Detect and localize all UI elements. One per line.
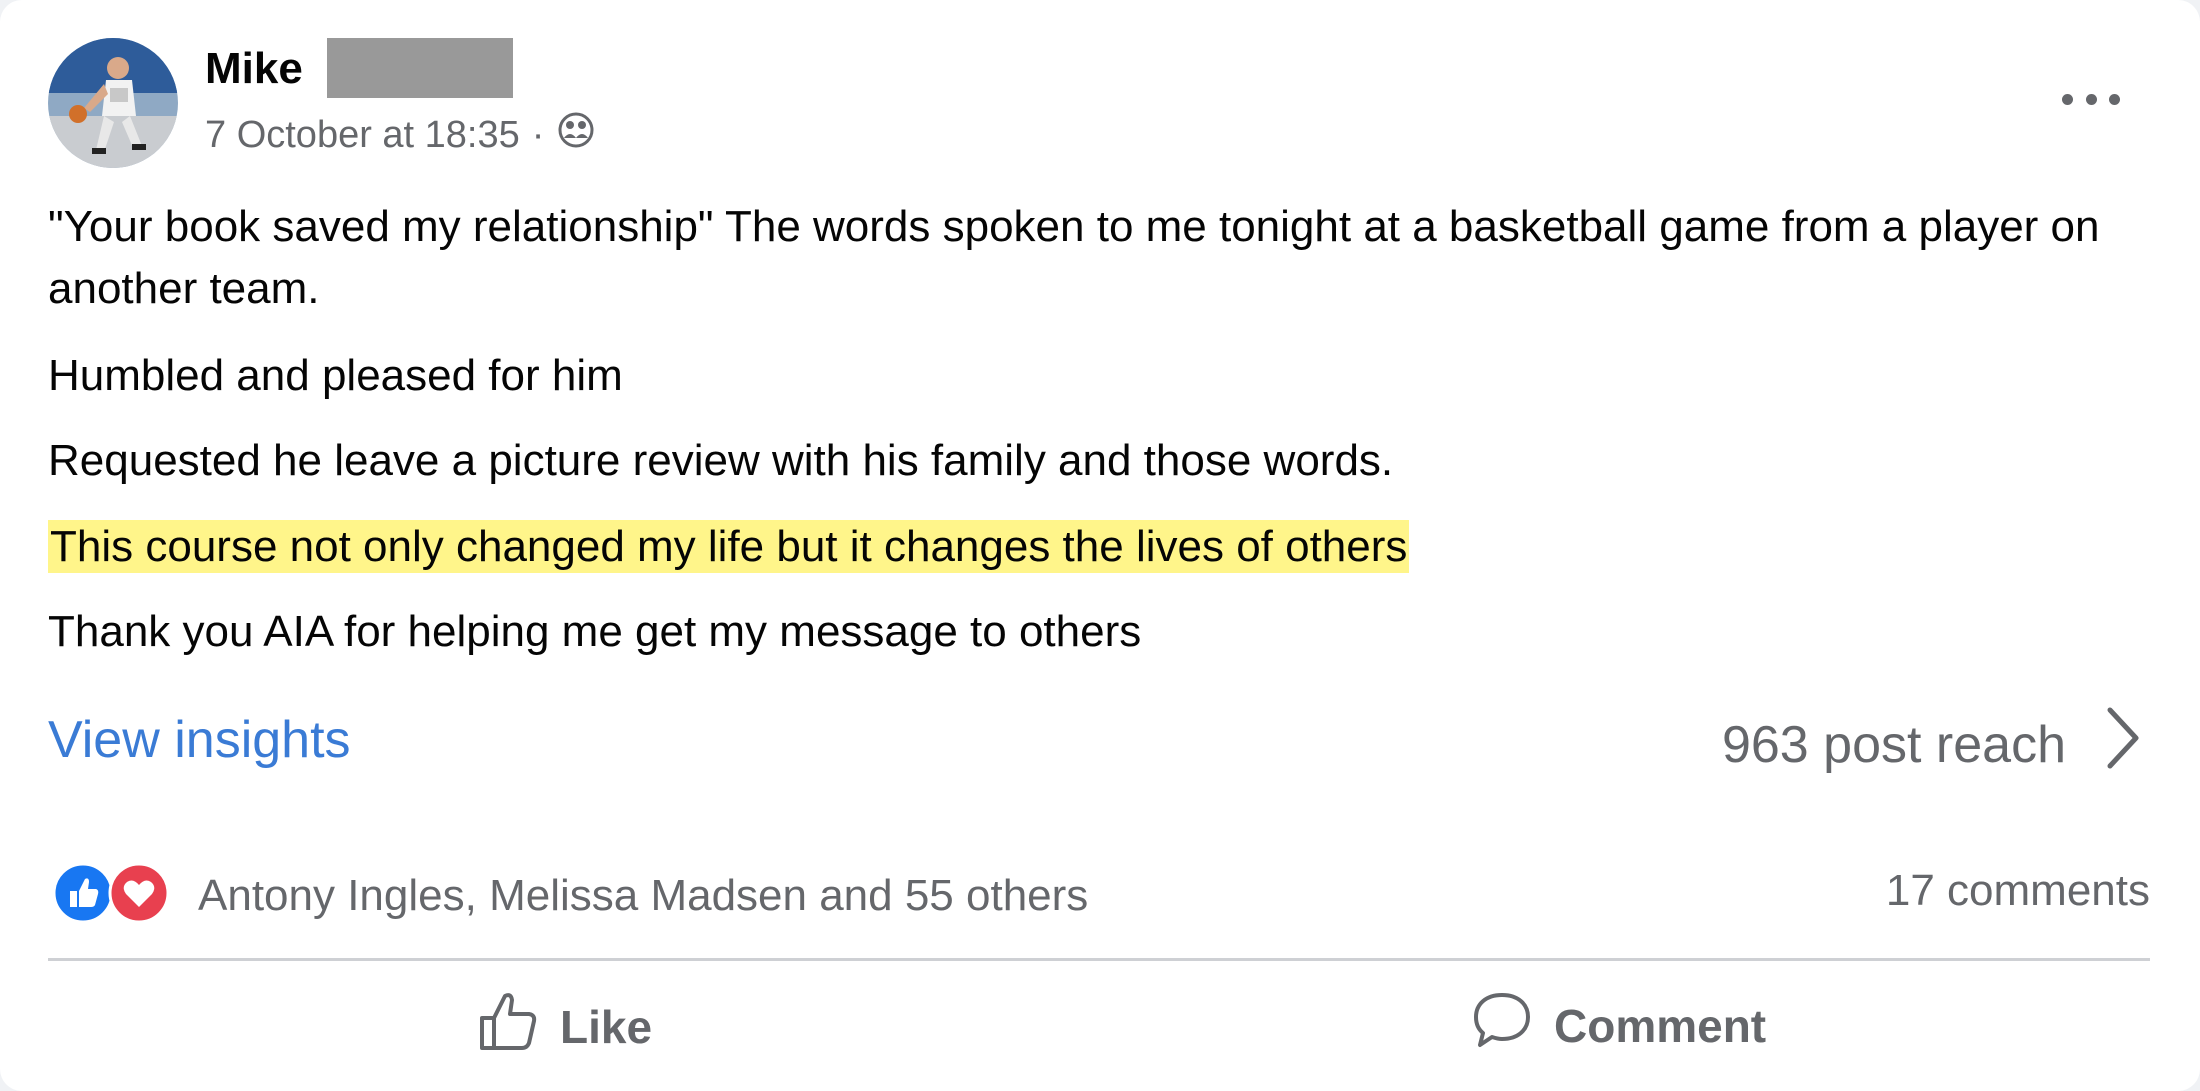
post-paragraph: Requested he leave a picture review with… — [48, 436, 1394, 485]
post-reach-text: 963 post reach — [1721, 715, 2066, 774]
post-paragraph: "Your book saved my relationship" The wo… — [48, 202, 2100, 313]
post-reach-button[interactable]: 963 post reach — [1722, 706, 2142, 783]
post-meta: 7 October at 18:35 · — [205, 110, 596, 160]
more-options-icon[interactable] — [2062, 84, 2120, 114]
comment-button[interactable]: Comment — [1472, 990, 1766, 1061]
reactors-text: Antony Ingles, Melissa Madsen and 55 oth… — [198, 870, 1089, 920]
friends-icon[interactable] — [556, 110, 596, 160]
reaction-icons — [52, 862, 170, 929]
meta-separator: · — [531, 113, 545, 156]
post-paragraph: Thank you AIA for helping me get my mess… — [48, 607, 1142, 656]
like-label: Like — [560, 1000, 653, 1053]
comment-bubble-icon — [1472, 990, 1532, 1061]
post-card: Mike 7 October at 18:35 · "Your book sav… — [0, 0, 2200, 1091]
comments-count[interactable]: 17 comments — [1886, 866, 2150, 916]
post-timestamp[interactable]: 7 October at 18:35 — [205, 114, 520, 157]
chevron-right-icon — [2104, 706, 2142, 783]
author-name[interactable]: Mike — [205, 44, 303, 94]
view-insights-link[interactable]: View insights — [48, 710, 351, 770]
action-divider — [48, 958, 2150, 961]
like-button[interactable]: Like — [478, 990, 652, 1063]
like-reaction-icon — [52, 862, 114, 929]
thumbs-up-icon — [478, 990, 538, 1063]
comment-label: Comment — [1554, 999, 1767, 1052]
love-reaction-icon — [108, 862, 170, 929]
reactions-summary[interactable]: Antony Ingles, Melissa Madsen and 55 oth… — [52, 862, 1088, 929]
author-avatar[interactable] — [48, 38, 178, 168]
highlighted-text: This course not only changed my life but… — [48, 520, 1410, 573]
post-paragraph-highlighted: This course not only changed my life but… — [48, 516, 2152, 578]
post-paragraph: Humbled and pleased for him — [48, 351, 623, 400]
redacted-surname — [327, 38, 513, 98]
